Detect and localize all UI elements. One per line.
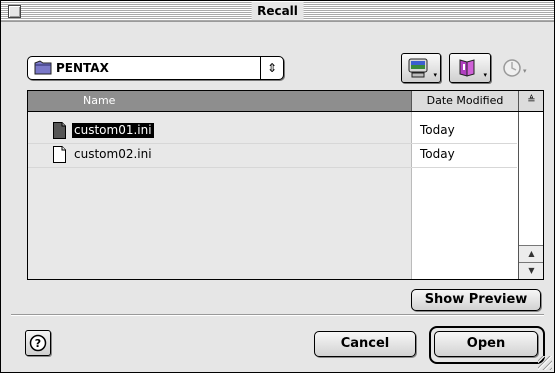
folder-icon bbox=[34, 60, 52, 79]
scroll-down-arrow-icon[interactable]: ▼ bbox=[519, 262, 543, 279]
help-button[interactable]: ? bbox=[25, 330, 51, 356]
file-date: Today bbox=[420, 147, 455, 161]
location-popup[interactable]: PENTAX ⇕ bbox=[27, 56, 284, 80]
resize-grip[interactable] bbox=[538, 356, 552, 370]
recent-icon bbox=[501, 57, 523, 83]
file-list[interactable]: Name Date Modified ≜ custom01.ini Today bbox=[27, 90, 544, 280]
title-bar[interactable]: Recall bbox=[1, 1, 554, 22]
show-preview-button[interactable]: Show Preview bbox=[411, 289, 541, 311]
column-header-date[interactable]: Date Modified bbox=[411, 91, 518, 111]
chevron-down-icon: ▾ bbox=[523, 67, 527, 75]
list-header: Name Date Modified ≜ bbox=[28, 91, 543, 112]
favorites-icon bbox=[457, 58, 479, 82]
file-name: custom02.ini bbox=[74, 147, 152, 161]
sort-order-icon[interactable]: ≜ bbox=[518, 91, 543, 111]
open-button[interactable]: Open bbox=[434, 331, 538, 357]
popup-arrow-icon: ⇕ bbox=[260, 57, 283, 79]
divider bbox=[11, 314, 544, 316]
vertical-scrollbar[interactable]: ▲ ▼ bbox=[518, 112, 543, 279]
file-icon bbox=[53, 146, 66, 167]
recent-button[interactable]: ▾ bbox=[501, 55, 531, 81]
chevron-down-icon: ▾ bbox=[483, 71, 487, 79]
dialog-window: Recall PENTAX ⇕ ▾ ▾ ▾ Name Date Modified… bbox=[0, 0, 555, 373]
svg-text:?: ? bbox=[35, 337, 41, 350]
chevron-down-icon: ▾ bbox=[433, 71, 437, 79]
file-icon bbox=[53, 122, 66, 143]
close-box[interactable] bbox=[8, 5, 21, 18]
location-label: PENTAX bbox=[56, 61, 109, 75]
desktop-button[interactable]: ▾ bbox=[401, 53, 441, 83]
column-header-name[interactable]: Name bbox=[28, 91, 411, 111]
scroll-up-arrow-icon[interactable]: ▲ bbox=[519, 245, 543, 262]
window-title: Recall bbox=[251, 2, 304, 20]
cancel-button[interactable]: Cancel bbox=[314, 331, 416, 357]
help-icon: ? bbox=[29, 334, 47, 356]
list-item[interactable]: custom01.ini Today bbox=[28, 119, 517, 144]
list-item[interactable]: custom02.ini Today bbox=[28, 143, 517, 168]
favorites-button[interactable]: ▾ bbox=[449, 53, 491, 83]
file-date: Today bbox=[420, 123, 455, 137]
desktop-icon bbox=[407, 58, 429, 82]
file-name: custom01.ini bbox=[72, 123, 154, 138]
